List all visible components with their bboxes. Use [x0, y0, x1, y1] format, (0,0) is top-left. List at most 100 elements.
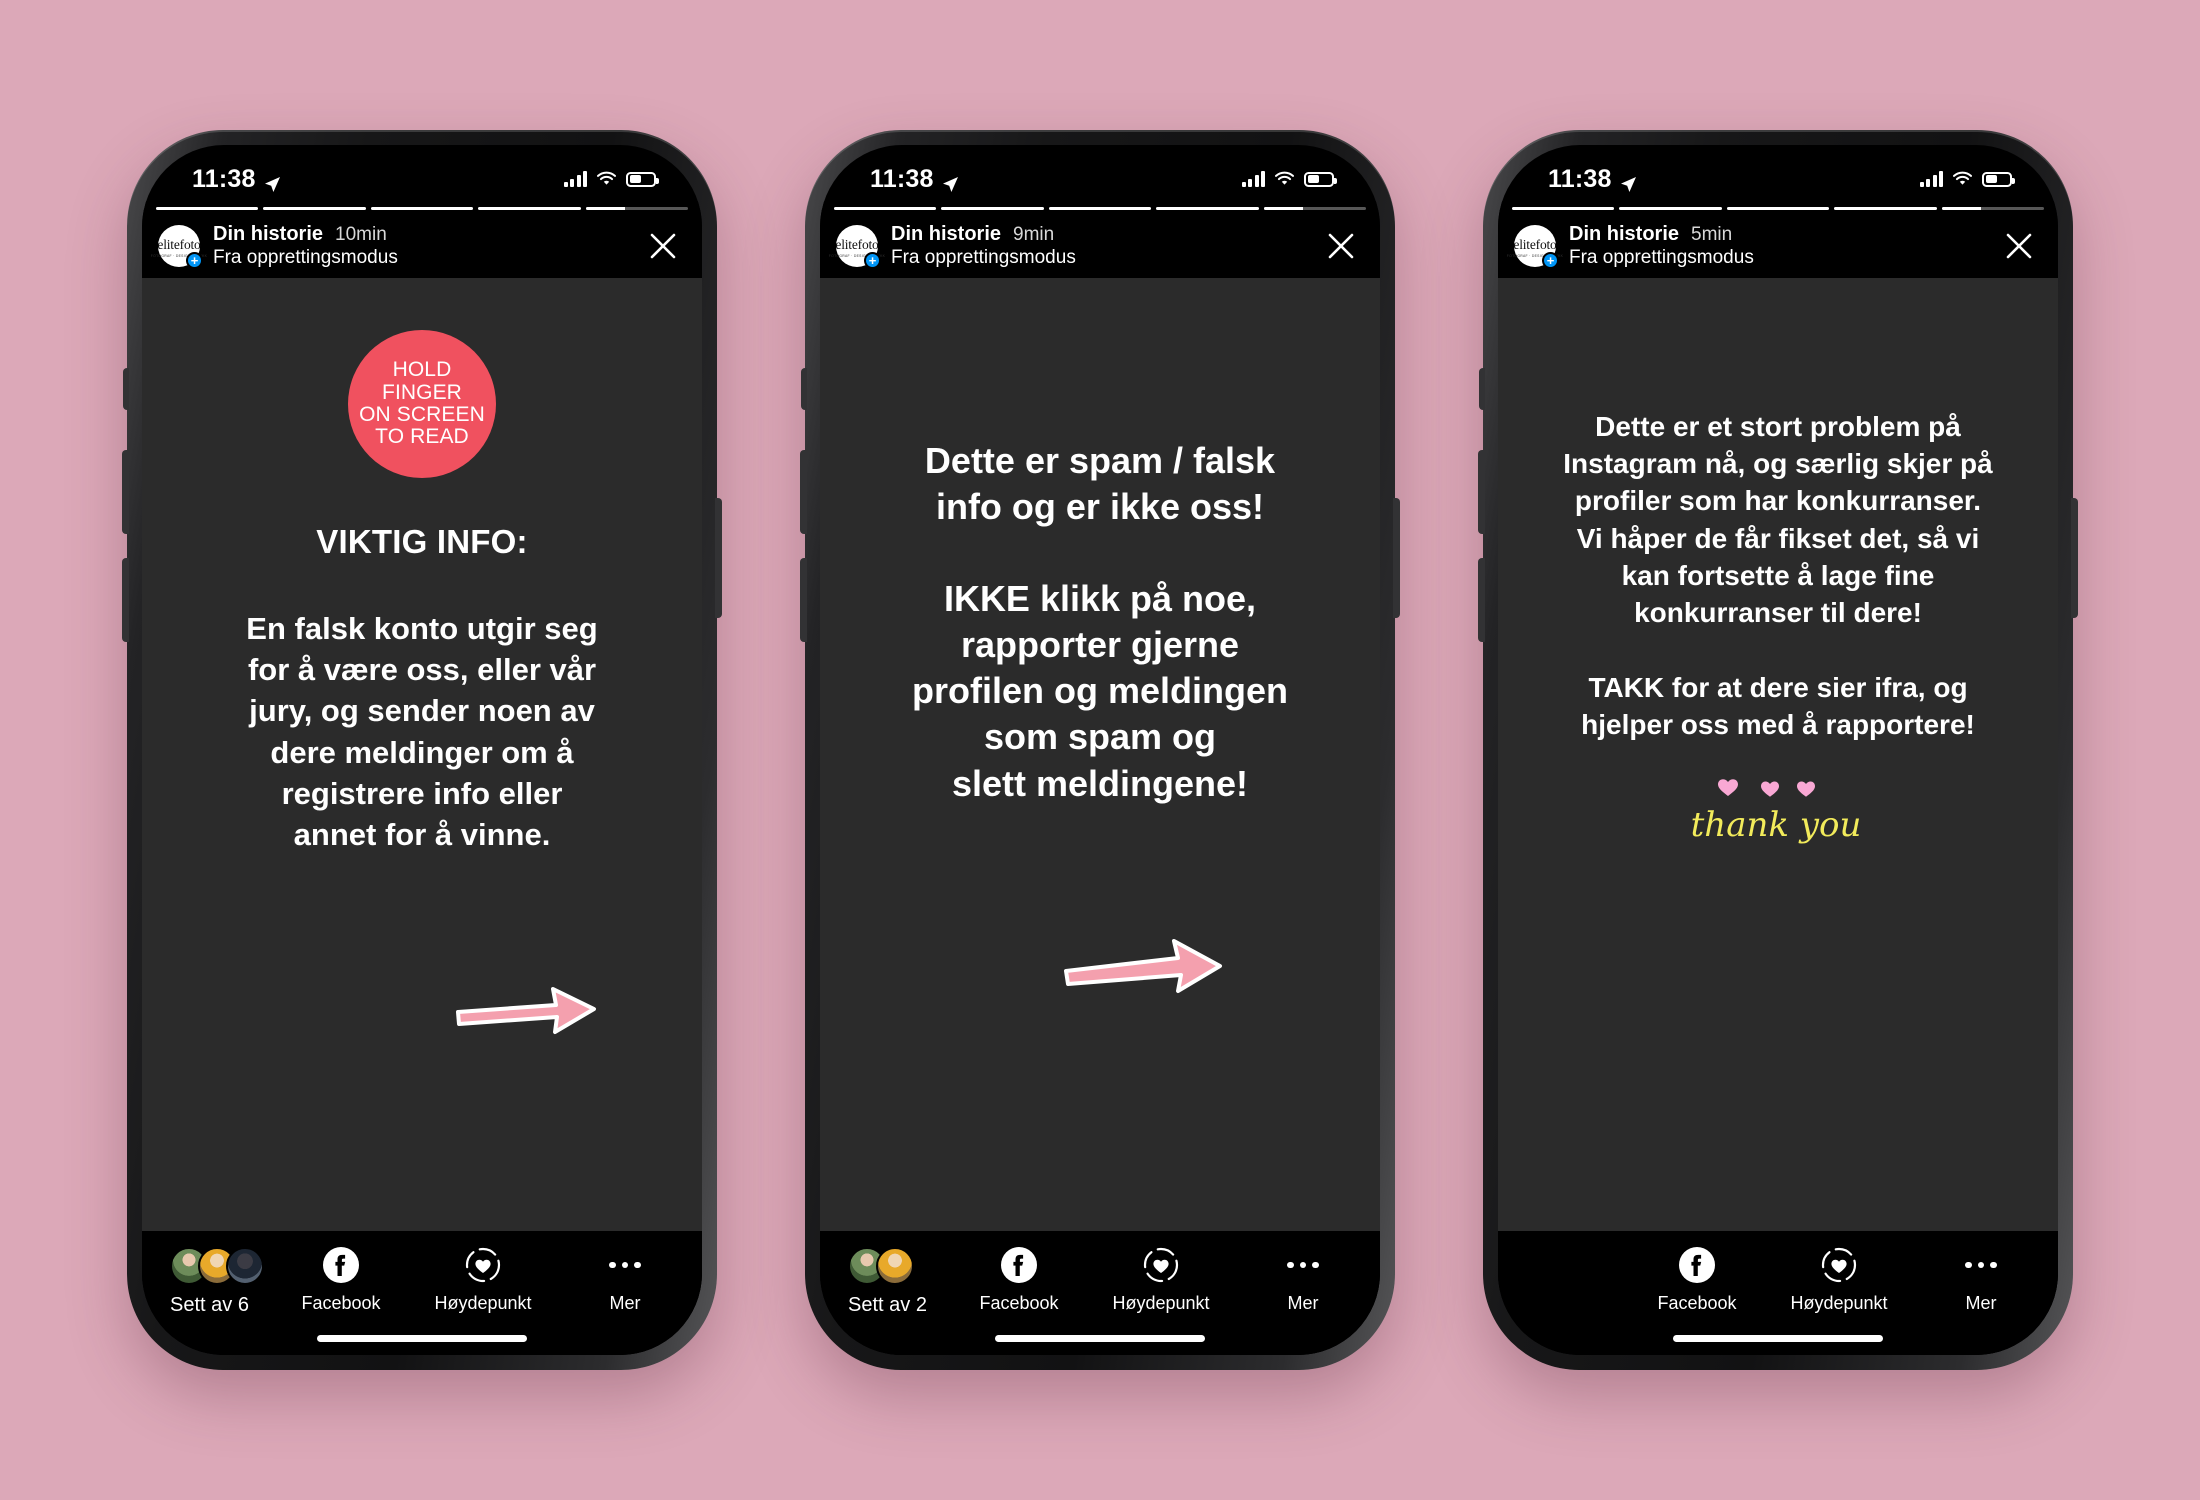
story-header: elitefoto FOTOGRAF · DESIGN · TRYKK + Di… — [820, 214, 1380, 278]
battery-icon — [626, 171, 659, 187]
status-time: 11:38 — [870, 164, 934, 193]
volume-down-button[interactable] — [122, 558, 129, 642]
story-timestamp: 5min — [1691, 224, 1733, 245]
volume-down-button[interactable] — [800, 558, 807, 642]
story-canvas[interactable]: HOLD FINGER ON SCREEN TO READ VIKTIG INFO: … — [142, 278, 702, 1231]
story-header-text: Din historie 9min Fra opprettingsmodus — [891, 223, 1307, 269]
home-indicator[interactable] — [995, 1335, 1205, 1342]
silent-switch[interactable] — [801, 368, 807, 410]
share-facebook-button[interactable]: Facebook — [976, 1245, 1062, 1314]
power-button[interactable] — [715, 498, 722, 618]
highlight-heart-icon — [464, 1245, 502, 1285]
story-body-line: som spam og — [983, 716, 1217, 758]
more-button[interactable]: Mer — [1260, 1245, 1346, 1314]
story-body-line: jury, og sender noen av — [249, 693, 595, 729]
more-dots-icon — [609, 1245, 641, 1285]
progress-segment — [1156, 207, 1259, 210]
story-footer: Sett av 2 Facebook Høydepunkt Mer — [820, 1231, 1380, 1355]
facebook-icon — [1678, 1245, 1716, 1285]
story-viewer: elitefoto FOTOGRAF · DESIGN · TRYKK + Di… — [1498, 201, 2058, 1355]
phone-1: 11:38 elitefoto FOTOGRAF · DESIGN · TRYK… — [122, 130, 722, 1370]
story-body: En falsk konto utgir seg for å være oss, … — [142, 608, 702, 855]
facebook-label: Facebook — [1657, 1293, 1737, 1313]
add-story-badge-icon[interactable]: + — [1542, 252, 1559, 269]
add-story-badge-icon[interactable]: + — [864, 252, 881, 269]
phone-1-screen: 11:38 elitefoto FOTOGRAF · DESIGN · TRYK… — [142, 145, 702, 1355]
phone-3-screen: 11:38 elitefoto FOTOGRAF · DESIGN · TRYK… — [1498, 145, 2058, 1355]
more-dots-icon — [1287, 1245, 1319, 1285]
more-dots-icon — [1965, 1245, 1997, 1285]
story-body-line: Vi håper de får fikset det, så vi — [1576, 522, 1980, 554]
power-button[interactable] — [1393, 498, 1400, 618]
screenshot-stage: 11:38 elitefoto FOTOGRAF · DESIGN · TRYK… — [0, 0, 2200, 1500]
share-facebook-button[interactable]: Facebook — [298, 1245, 384, 1314]
more-label: Mer — [609, 1293, 641, 1313]
progress-segment — [370, 207, 474, 210]
highlight-label: Høydepunkt — [434, 1293, 532, 1313]
viewers-count-label[interactable]: Sett av 2 — [848, 1294, 927, 1317]
volume-down-button[interactable] — [1478, 558, 1485, 642]
story-progress-bar — [820, 201, 1380, 214]
story-account-name[interactable]: Din historie — [1569, 223, 1679, 246]
volume-up-button[interactable] — [800, 450, 807, 534]
more-button[interactable]: Mer — [582, 1245, 668, 1314]
story-canvas[interactable]: Dette er spam / falsk info og er ikke oss… — [820, 278, 1380, 1231]
notch — [984, 145, 1216, 179]
home-indicator[interactable] — [317, 1335, 527, 1342]
avatar-logo-text: elitefoto — [835, 237, 879, 253]
story-footer: Facebook Høydepunkt Mer — [1498, 1231, 2058, 1355]
notch — [1662, 145, 1894, 179]
power-button[interactable] — [2071, 498, 2078, 618]
story-footer: Sett av 6 Facebook Høydepunkt Mer — [142, 1231, 702, 1355]
add-story-badge-icon[interactable]: + — [186, 252, 203, 269]
story-body-line: rapporter gjerne — [960, 624, 1240, 666]
story-timestamp: 10min — [335, 224, 387, 245]
heart-icon — [1718, 779, 1738, 796]
story-viewer: elitefoto FOTOGRAF · DESIGN · TRYKK + Di… — [820, 201, 1380, 1355]
story-body-line: Dette er et stort problem på — [1595, 411, 1961, 442]
viewer-avatars[interactable] — [848, 1247, 914, 1285]
close-icon[interactable] — [1998, 225, 2040, 267]
share-facebook-button[interactable]: Facebook — [1654, 1245, 1740, 1314]
progress-segment — [478, 207, 581, 210]
volume-up-button[interactable] — [122, 450, 129, 534]
story-subtitle: Fra opprettingsmodus — [213, 247, 398, 268]
status-indicators — [1241, 171, 1337, 187]
progress-segment — [1834, 207, 1937, 210]
close-icon[interactable] — [642, 225, 684, 267]
more-label: Mer — [1287, 1293, 1319, 1313]
silent-switch[interactable] — [123, 368, 129, 410]
story-canvas[interactable]: Dette er et stort problem på Instagram nå… — [1498, 278, 2058, 1231]
viewers-count-label[interactable]: Sett av 6 — [170, 1294, 249, 1317]
phone-2: 11:38 elitefoto FOTOGRAF · DESIGN · TRYK… — [800, 130, 1400, 1370]
story-account-name[interactable]: Din historie — [891, 223, 1001, 246]
highlight-button[interactable]: Høydepunkt — [1112, 1245, 1210, 1314]
story-body: Dette er spam / falsk info og er ikke oss… — [820, 438, 1380, 807]
close-icon[interactable] — [1320, 225, 1362, 267]
highlight-button[interactable]: Høydepunkt — [1790, 1245, 1888, 1314]
avatar[interactable]: elitefoto FOTOGRAF · DESIGN · TRYKK + — [829, 225, 885, 269]
story-body-line: slett meldingene! — [951, 762, 1249, 804]
home-indicator[interactable] — [1673, 1335, 1883, 1342]
silent-switch[interactable] — [1479, 368, 1485, 410]
avatar[interactable]: elitefoto FOTOGRAF · DESIGN · TRYKK + — [1507, 225, 1563, 269]
story-header-text: Din historie 5min Fra opprettingsmodus — [1569, 223, 1985, 269]
hold-badge-text: HOLD FINGER ON SCREEN TO READ — [359, 358, 485, 449]
volume-up-button[interactable] — [1478, 450, 1485, 534]
viewer-avatars[interactable] — [170, 1247, 264, 1285]
story-body-line: TAKK for at dere sier ifra, og — [1588, 671, 1968, 703]
cellular-signal-icon — [1919, 171, 1943, 187]
story-viewer: elitefoto FOTOGRAF · DESIGN · TRYKK + Di… — [142, 201, 702, 1355]
story-body-line: IKKE klikk på noe, — [943, 578, 1257, 620]
highlight-button[interactable]: Høydepunkt — [434, 1245, 532, 1314]
status-time: 11:38 — [192, 164, 256, 193]
story-progress-bar — [1498, 201, 2058, 214]
story-account-name[interactable]: Din historie — [213, 223, 323, 246]
progress-segment — [263, 207, 366, 210]
story-header-text: Din historie 10min Fra opprettingsmodus — [213, 223, 629, 269]
facebook-label: Facebook — [979, 1293, 1059, 1313]
heart-icon — [1761, 781, 1779, 797]
more-button[interactable]: Mer — [1938, 1245, 2024, 1314]
story-actions: Facebook Høydepunkt Mer — [976, 1245, 1346, 1314]
avatar[interactable]: elitefoto FOTOGRAF · DESIGN · TRYKK + — [151, 225, 207, 269]
